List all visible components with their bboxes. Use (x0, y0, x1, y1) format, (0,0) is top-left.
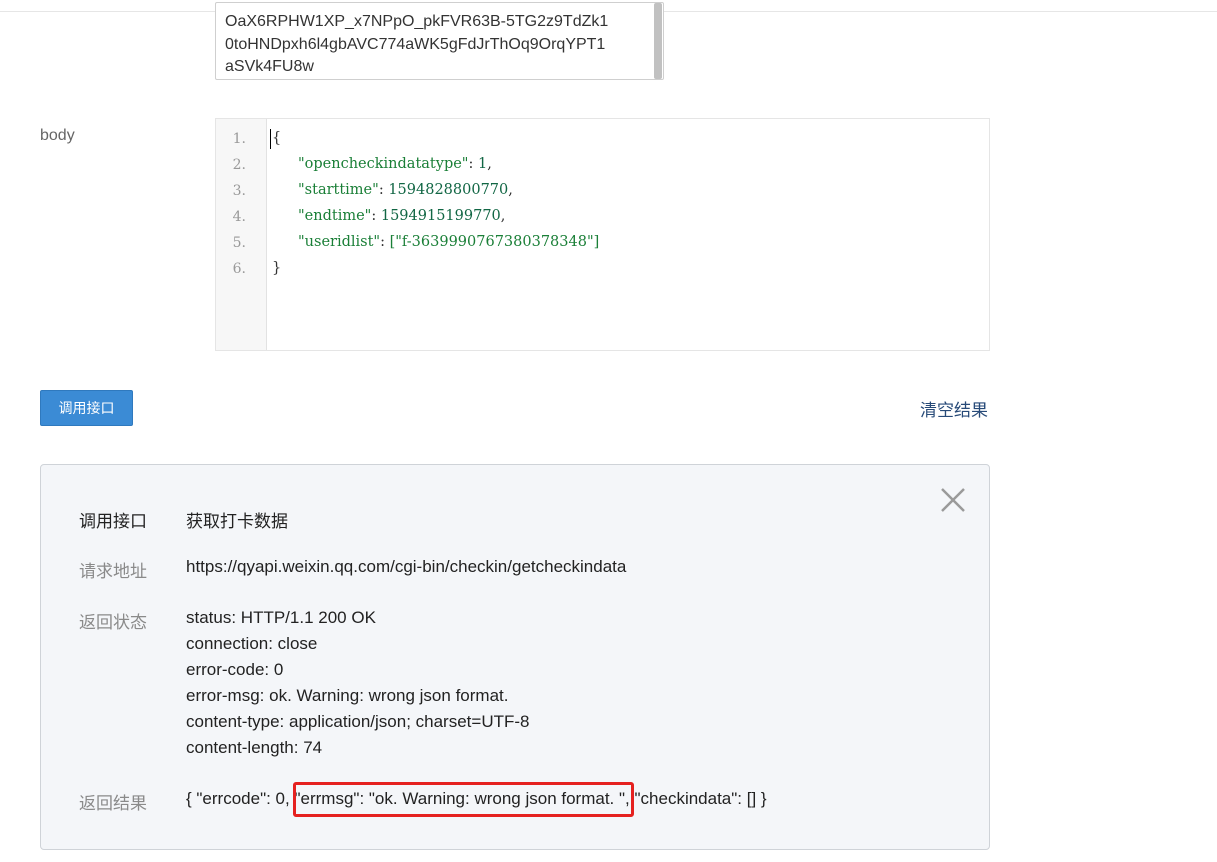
line-number-gutter: 1. 2. 3. 4. 5. 6. (216, 119, 267, 350)
request-url-label: 请求地址 (79, 562, 147, 581)
textarea-scrollbar[interactable] (654, 3, 662, 79)
json-comma: , (508, 182, 513, 198)
status-line: connection: close (186, 634, 318, 653)
line-number: 1. (232, 131, 246, 147)
access-token-text: OaX6RPHW1XP_x7NPpO_pkFVR63B-5TG2z9TdZk1 … (225, 11, 655, 79)
request-url-value: https://qyapi.weixin.qq.com/cgi-bin/chec… (186, 557, 627, 576)
line-number: 6. (232, 261, 246, 277)
result-checkindata: ", "checkindata": [] } (619, 789, 767, 808)
status-line: error-msg: ok. Warning: wrong json forma… (186, 686, 509, 705)
json-key: "endtime" (298, 208, 372, 224)
json-key: "opencheckindatatype" (298, 156, 469, 172)
close-icon[interactable] (938, 485, 968, 515)
token-line: aSVk4FU8w (225, 58, 314, 75)
api-label: 调用接口 (79, 512, 147, 531)
status-line: content-length: 74 (186, 738, 323, 757)
body-label: body (40, 127, 75, 144)
line-number: 4. (232, 209, 246, 225)
code-line: "useridlist": ["f-3639990767380378348"] (298, 234, 599, 250)
token-line: 0toHNDpxh6l4gbAVC774aWK5gFdJrThOq9OrqYPT… (225, 35, 606, 53)
status-line: content-type: application/json; charset=… (186, 712, 530, 731)
json-value: ["f-3639990767380378348"] (389, 234, 600, 250)
json-comma: , (500, 208, 506, 224)
json-colon: : (371, 208, 381, 224)
code-line: "opencheckindatatype": 1, (298, 156, 492, 172)
line-number: 3. (232, 183, 246, 199)
json-key: "starttime" (298, 182, 379, 198)
json-colon: : (378, 182, 389, 198)
json-value: 1594828800770 (388, 182, 509, 198)
result-errcode: { "errcode": 0, (186, 789, 290, 808)
brace-close: } (272, 260, 282, 276)
api-value: 获取打卡数据 (186, 512, 288, 531)
code-line: { (272, 130, 281, 146)
highlight-annotation-box (293, 782, 634, 817)
status-line: status: HTTP/1.1 200 OK (186, 608, 376, 627)
return-status-label: 返回状态 (79, 613, 147, 632)
access-token-textarea[interactable]: OaX6RPHW1XP_x7NPpO_pkFVR63B-5TG2z9TdZk1 … (215, 2, 664, 80)
clear-results-link[interactable]: 清空结果 (920, 396, 988, 421)
json-colon: : (468, 156, 478, 172)
line-number: 5. (232, 235, 246, 251)
json-value: 1 (477, 156, 488, 172)
result-panel: 调用接口 获取打卡数据 请求地址 https://qyapi.weixin.qq… (40, 464, 990, 850)
body-json-editor[interactable]: 1. 2. 3. 4. 5. 6. { "opencheckindatatype… (215, 118, 990, 351)
text-cursor (270, 129, 271, 149)
json-value: 1594915199770 (380, 208, 501, 224)
code-line: "endtime": 1594915199770, (298, 208, 505, 224)
line-number: 2. (232, 157, 246, 173)
call-api-button[interactable]: 调用接口 (40, 390, 133, 426)
token-line: OaX6RPHW1XP_x7NPpO_pkFVR63B-5TG2z9TdZk1 (225, 13, 609, 30)
brace-open: { (272, 130, 282, 146)
code-line: } (272, 260, 281, 276)
json-colon: : (380, 234, 390, 250)
status-line: error-code: 0 (186, 660, 284, 679)
return-result-label: 返回结果 (79, 794, 147, 813)
code-line: "starttime": 1594828800770, (298, 182, 513, 198)
json-key: "useridlist" (298, 234, 381, 250)
json-comma: , (487, 156, 492, 172)
